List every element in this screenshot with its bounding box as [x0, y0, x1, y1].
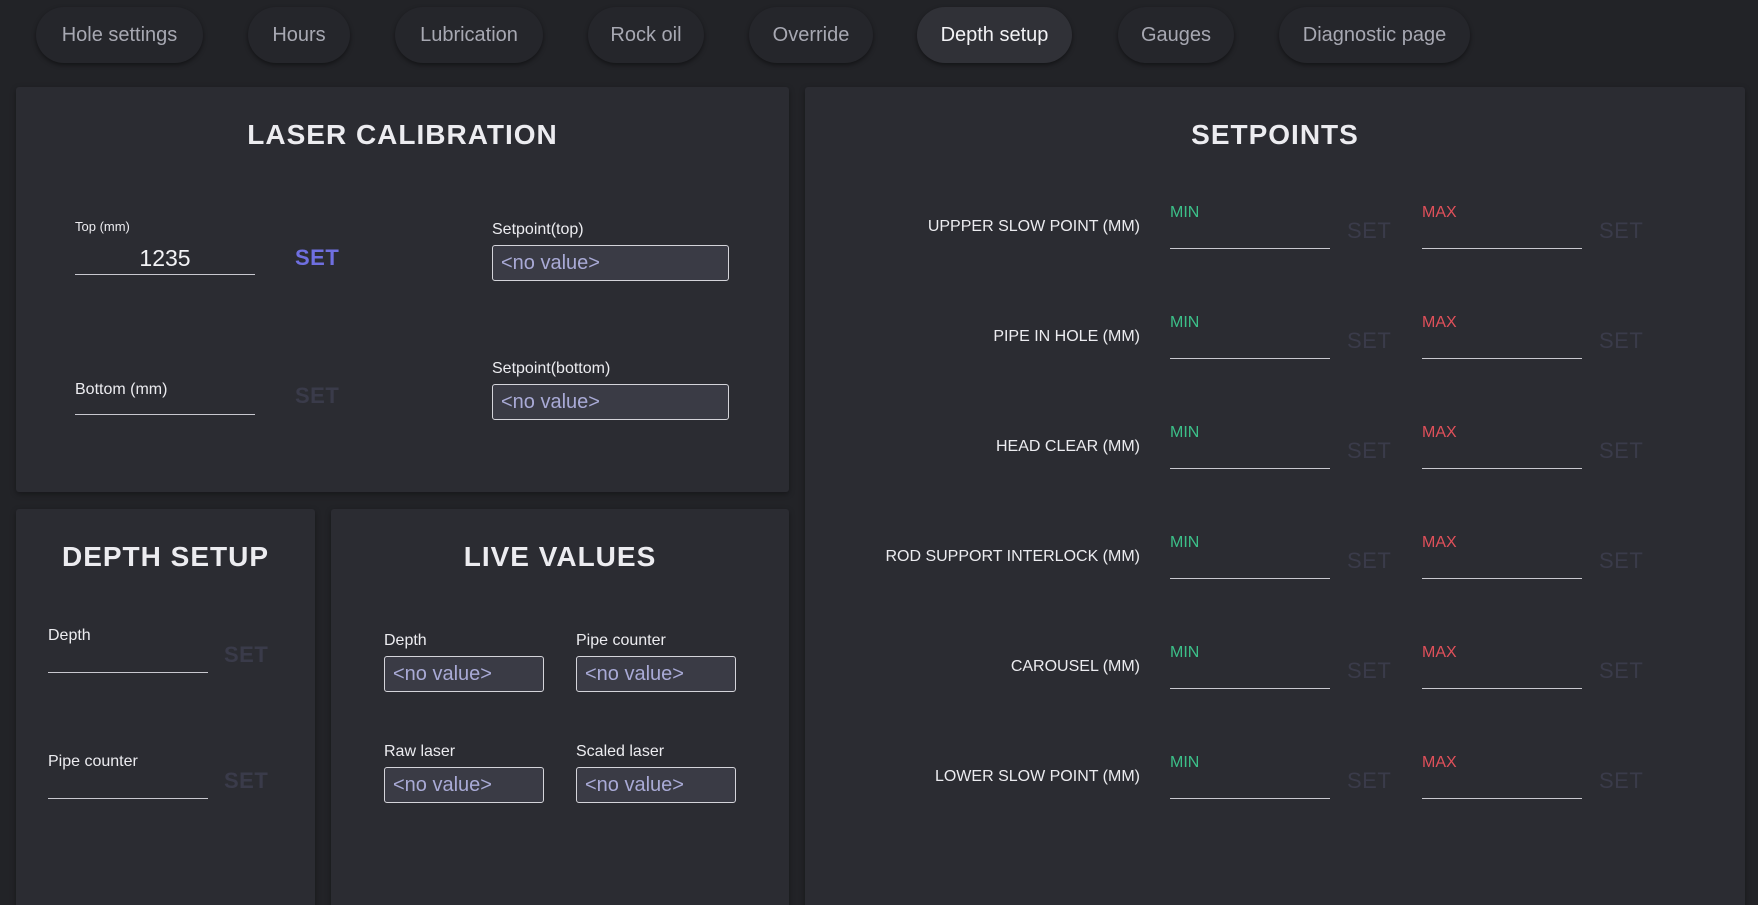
pipe-counter-label: Pipe counter: [48, 753, 138, 770]
setpoint-row-label: CAROUSEL (MM): [1010, 658, 1140, 675]
setpoint-max-set-button[interactable]: SET: [1599, 438, 1643, 464]
setpoint-min-label: MIN: [1170, 204, 1200, 221]
setpoint-max-set-button[interactable]: SET: [1599, 328, 1643, 354]
setpoint-bottom-label: Setpoint(bottom): [492, 360, 611, 377]
setpoint-max-field[interactable]: MAX: [1422, 752, 1582, 799]
setpoint-row-label: ROD SUPPORT INTERLOCK (MM): [885, 548, 1140, 565]
depth-field[interactable]: Depth: [48, 625, 208, 673]
top-set-button[interactable]: SET: [295, 245, 339, 271]
setpoint-max-label: MAX: [1422, 424, 1457, 441]
top-mm-field[interactable]: Top (mm) 1235: [75, 217, 255, 275]
setpoint-max-field[interactable]: MAX: [1422, 312, 1582, 359]
pipe-counter-field[interactable]: Pipe counter: [48, 751, 208, 799]
depth-setup-panel: DEPTH SETUP Depth SET Pipe counter SET: [16, 509, 315, 905]
tab-depth-setup[interactable]: Depth setup: [917, 7, 1072, 63]
setpoint-min-label: MIN: [1170, 754, 1200, 771]
depth-setup-screen: Hole settings Hours Lubrication Rock oil…: [0, 0, 1758, 905]
setpoint-min-field[interactable]: MIN: [1170, 202, 1330, 249]
tab-hours[interactable]: Hours: [248, 7, 350, 63]
setpoint-max-set-button[interactable]: SET: [1599, 218, 1643, 244]
live-pipe-counter-label: Pipe counter: [576, 632, 666, 649]
depth-label: Depth: [48, 627, 91, 644]
setpoint-row-label: PIPE IN HOLE (MM): [993, 328, 1140, 345]
depth-set-button[interactable]: SET: [224, 642, 268, 668]
tab-lubrication[interactable]: Lubrication: [395, 7, 543, 63]
setpoint-min-field[interactable]: MIN: [1170, 422, 1330, 469]
setpoints-panel: SETPOINTS UPPPER SLOW POINT (MM) MIN SET MA…: [805, 87, 1745, 905]
raw-laser-value: <no value>: [384, 767, 544, 803]
live-depth-label: Depth: [384, 632, 427, 649]
setpoint-top-label: Setpoint(top): [492, 221, 584, 238]
setpoint-max-set-button[interactable]: SET: [1599, 548, 1643, 574]
setpoint-max-field[interactable]: MAX: [1422, 532, 1582, 579]
setpoint-min-set-button[interactable]: SET: [1347, 328, 1391, 354]
setpoint-min-label: MIN: [1170, 424, 1200, 441]
setpoints-title: SETPOINTS: [1191, 119, 1359, 150]
live-pipe-counter-value: <no value>: [576, 656, 736, 692]
scaled-laser-value: <no value>: [576, 767, 736, 803]
tab-rock-oil[interactable]: Rock oil: [588, 7, 704, 63]
setpoint-max-field[interactable]: MAX: [1422, 202, 1582, 249]
setpoint-row-label: LOWER SLOW POINT (MM): [934, 768, 1140, 785]
tab-diagnostic-page[interactable]: Diagnostic page: [1279, 7, 1470, 63]
setpoint-top-value: <no value>: [492, 245, 729, 281]
setpoint-min-field[interactable]: MIN: [1170, 752, 1330, 799]
setpoint-min-field[interactable]: MIN: [1170, 312, 1330, 359]
pipe-counter-set-button[interactable]: SET: [224, 768, 268, 794]
bottom-mm-field[interactable]: Bottom (mm): [75, 365, 255, 415]
setpoint-min-label: MIN: [1170, 534, 1200, 551]
setpoint-min-set-button[interactable]: SET: [1347, 658, 1391, 684]
setpoint-row-label: UPPPER SLOW POINT (MM): [927, 218, 1140, 235]
tab-hole-settings[interactable]: Hole settings: [36, 7, 203, 63]
top-mm-value: 1235: [139, 245, 191, 271]
setpoint-min-set-button[interactable]: SET: [1347, 548, 1391, 574]
top-mm-label: Top (mm): [75, 219, 130, 234]
live-values-panel: LIVE VALUES Depth <no value> Pipe counte…: [331, 509, 789, 905]
laser-calibration-title: LASER CALIBRATION: [247, 119, 558, 150]
tab-gauges[interactable]: Gauges: [1118, 7, 1234, 63]
setpoint-max-label: MAX: [1422, 644, 1457, 661]
setpoint-max-set-button[interactable]: SET: [1599, 768, 1643, 794]
setpoint-min-set-button[interactable]: SET: [1347, 218, 1391, 244]
setpoint-max-label: MAX: [1422, 754, 1457, 771]
setpoint-max-field[interactable]: MAX: [1422, 642, 1582, 689]
raw-laser-label: Raw laser: [384, 743, 456, 760]
setpoint-min-set-button[interactable]: SET: [1347, 438, 1391, 464]
setpoint-min-field[interactable]: MIN: [1170, 642, 1330, 689]
bottom-mm-label: Bottom (mm): [75, 381, 168, 398]
setpoint-max-label: MAX: [1422, 204, 1457, 221]
setpoint-min-label: MIN: [1170, 644, 1200, 661]
setpoint-max-label: MAX: [1422, 534, 1457, 551]
setpoint-bottom-value: <no value>: [492, 384, 729, 420]
live-values-title: LIVE VALUES: [463, 541, 657, 572]
scaled-laser-label: Scaled laser: [576, 743, 665, 760]
setpoint-row-label: HEAD CLEAR (MM): [995, 438, 1140, 455]
setpoint-max-field[interactable]: MAX: [1422, 422, 1582, 469]
depth-setup-title: DEPTH SETUP: [61, 541, 270, 572]
live-depth-value: <no value>: [384, 656, 544, 692]
tab-override[interactable]: Override: [749, 7, 873, 63]
laser-calibration-panel: LASER CALIBRATION Top (mm) 1235 SET Bott…: [16, 87, 789, 492]
setpoint-min-field[interactable]: MIN: [1170, 532, 1330, 579]
setpoint-min-label: MIN: [1170, 314, 1200, 331]
setpoint-max-label: MAX: [1422, 314, 1457, 331]
setpoint-max-set-button[interactable]: SET: [1599, 658, 1643, 684]
setpoint-min-set-button[interactable]: SET: [1347, 768, 1391, 794]
bottom-set-button[interactable]: SET: [295, 383, 339, 409]
tab-bar: Hole settings Hours Lubrication Rock oil…: [0, 0, 1758, 70]
